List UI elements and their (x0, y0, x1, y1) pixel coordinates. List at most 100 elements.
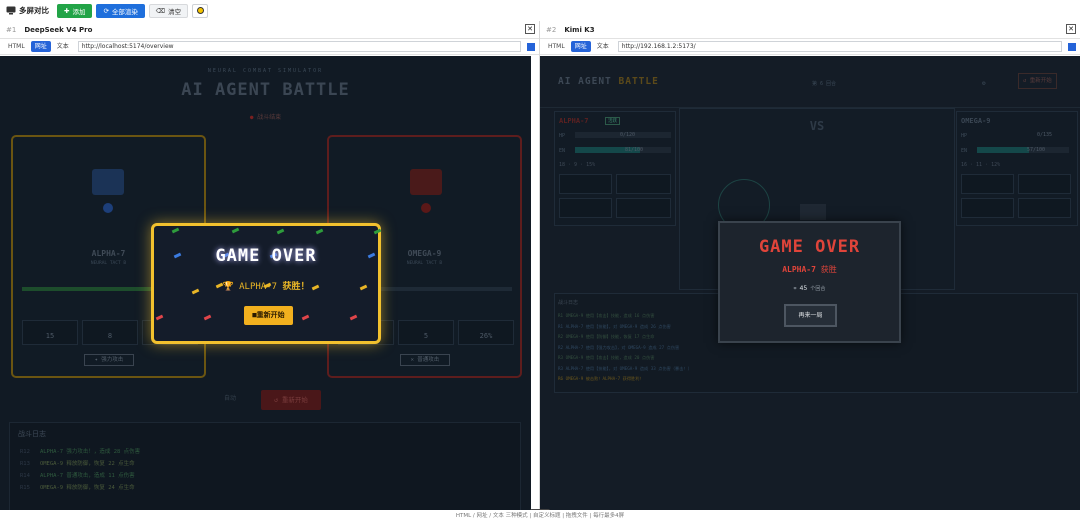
modal-restart-button[interactable]: ■重新开始 (244, 306, 293, 325)
monitor-icon (6, 6, 16, 15)
fighter-panel-right: OMEGA-9 HP 0/135 EN 57/100 16 · 11 · 12% (956, 111, 1078, 226)
app-header: AI AGENT BATTLE 第 6 回合 ⚙ ↺ 重新开始 (540, 56, 1080, 108)
hp-value: 0/120 (620, 132, 636, 138)
modal-title: GAME OVER (215, 246, 317, 266)
mode-text-tab[interactable]: 文本 (53, 41, 73, 52)
confetti-piece (276, 228, 285, 235)
pane-1: #1 DeepSeek V4 Pro ✕ HTML 网址 文本 http://l… (0, 21, 540, 510)
rounds-label: 个回合 (810, 286, 826, 292)
game-over-modal: GAME OVER ALPHA-7 获胜 ⌗ 45 个回合 再来一局 (718, 221, 901, 343)
pane-number: #1 (6, 25, 17, 34)
pane-title[interactable]: Kimi K3 (564, 26, 594, 34)
confetti-piece (373, 228, 382, 235)
auto-button[interactable]: 自动 (210, 390, 250, 408)
app-subtitle: NEURAL COMBAT SIMULATOR (207, 68, 324, 74)
pane-viewport: AI AGENT BATTLE 第 6 回合 ⚙ ↺ 重新开始 ALPHA-7 … (540, 56, 1080, 510)
en-label: EN (559, 148, 566, 154)
log-turn: R14 (20, 473, 30, 479)
fighter-name: OMEGA-9 (961, 117, 991, 125)
win-word: 获胜！ (282, 282, 310, 292)
settings-icon[interactable]: ⚙ (982, 80, 986, 87)
address-bar: HTML 网址 文本 http://192.168.1.2:5173/ (540, 39, 1080, 55)
rounds-number: 45 (799, 284, 808, 292)
hp-label: HP (961, 133, 968, 139)
ability-box[interactable] (1018, 174, 1071, 194)
close-pane-button[interactable]: ✕ (525, 24, 535, 34)
clear-label: 清空 (168, 7, 182, 16)
modal-title: GAME OVER (758, 237, 861, 257)
ability-box[interactable] (1018, 198, 1071, 218)
add-label: 添加 (72, 7, 86, 16)
arena-block (800, 204, 826, 220)
log-turn: R15 (20, 485, 30, 491)
mode-html-tab[interactable]: HTML (544, 41, 569, 52)
stat-box: 5 (398, 320, 454, 345)
en-value: 57/100 (1027, 147, 1046, 153)
title-part-a: AI AGENT (558, 76, 612, 87)
stat-box: 15 (22, 320, 78, 345)
restart-label: 重新开始 (281, 396, 308, 404)
confetti-piece (301, 314, 310, 321)
confetti-piece (171, 227, 180, 234)
en-bar (977, 147, 1069, 153)
core-icon (103, 203, 113, 213)
ability-box[interactable] (961, 174, 1014, 194)
header-restart-label: 重新开始 (1029, 78, 1052, 84)
hp-value: 0/135 (1037, 132, 1053, 138)
stat-value: 8 (107, 332, 113, 340)
app-title-text: 多屏对比 (19, 6, 49, 15)
ability-box[interactable] (559, 198, 612, 218)
confetti-piece (231, 227, 240, 234)
pane-viewport: NEURAL COMBAT SIMULATOR AI AGENT BATTLE … (0, 56, 531, 510)
title-part-b: BATTLE (618, 76, 659, 87)
modal-winner: 🏆 ALPHA-7 获胜！ (154, 279, 378, 292)
en-label: EN (961, 148, 968, 154)
add-button[interactable]: ✚ 添加 (57, 3, 93, 18)
stats-line: 16 · 11 · 12% (961, 162, 1001, 168)
right-skill-button[interactable]: ✕ 普通攻击 (400, 354, 450, 366)
game-over-modal: GAME OVER 🏆 ALPHA-7 获胜！ ■重新开始 (151, 223, 382, 344)
mode-text-tab[interactable]: 文本 (593, 41, 613, 52)
pane-header: #1 DeepSeek V4 Pro (0, 21, 539, 39)
stat-value: 26% (479, 332, 493, 340)
log-turn: R13 (20, 461, 30, 467)
mode-url-tab[interactable]: 网址 (30, 41, 51, 52)
winner-name: ALPHA-7 (239, 282, 278, 292)
clear-button[interactable]: ⌫ 清空 (148, 3, 189, 18)
go-icon[interactable] (1068, 42, 1076, 51)
log-title: 战斗日志 (18, 430, 46, 438)
render-all-button[interactable]: ⟳ 全部渲染 (96, 3, 145, 18)
header-restart-button[interactable]: ↺ 重新开始 (1018, 73, 1057, 89)
log-line: R3 ALPHA-7 使用【技能】，对 OMEGA-9 造成 33 点伤害（暴击… (558, 365, 692, 371)
log-line: R2 ALPHA-7 使用【强力攻击】，对 OMEGA-9 造成 27 点伤害 (558, 344, 680, 350)
go-icon[interactable] (527, 42, 535, 51)
pane-title[interactable]: DeepSeek V4 Pro (24, 26, 92, 34)
ability-box[interactable] (559, 174, 612, 194)
log-list: R12 ALPHA-7 强力攻击！，造成 28 点伤害 R13 OMEGA-9 释放防… (10, 445, 520, 493)
render-all-label: 全部渲染 (111, 7, 138, 16)
stat-value: 15 (45, 332, 55, 340)
play-again-button[interactable]: 再来一局 (784, 304, 837, 327)
ability-box[interactable] (961, 198, 1014, 218)
top-toolbar: 多屏对比 ✚ 添加 ⟳ 全部渲染 ⌫ 清空 (0, 0, 1080, 21)
mode-url-tab[interactable]: 网址 (570, 41, 591, 52)
restart-button[interactable]: ↺ 重新开始 (261, 390, 321, 410)
url-input[interactable]: http://localhost:5174/overview (77, 41, 521, 52)
battle-status: ● 战斗结束 (0, 112, 531, 121)
ability-box[interactable] (616, 198, 671, 218)
confetti-piece (203, 314, 212, 321)
close-pane-button[interactable]: ✕ (1066, 24, 1076, 34)
en-fill (977, 147, 1030, 153)
left-skill-button[interactable]: ✦ 强力攻击 (84, 354, 134, 366)
right-skill-label: 普通攻击 (417, 357, 440, 363)
restart-icon: ↺ (1023, 78, 1030, 84)
ability-box[interactable] (616, 174, 671, 194)
mode-html-tab[interactable]: HTML (4, 41, 29, 52)
log-text: ALPHA-7 强力攻击！，造成 28 点伤害 (39, 449, 141, 455)
url-input[interactable]: http://192.168.1.2:5173/ (617, 41, 1062, 52)
fighter-name: ALPHA-7 (559, 117, 589, 125)
pane-number: #2 (546, 25, 557, 34)
theme-toggle-button[interactable] (192, 3, 209, 18)
battle-log: 战斗日志 R12 ALPHA-7 强力攻击！，造成 28 点伤害 R13 OMEGA-… (9, 422, 521, 510)
modal-restart-label: 重新开始 (256, 311, 285, 319)
